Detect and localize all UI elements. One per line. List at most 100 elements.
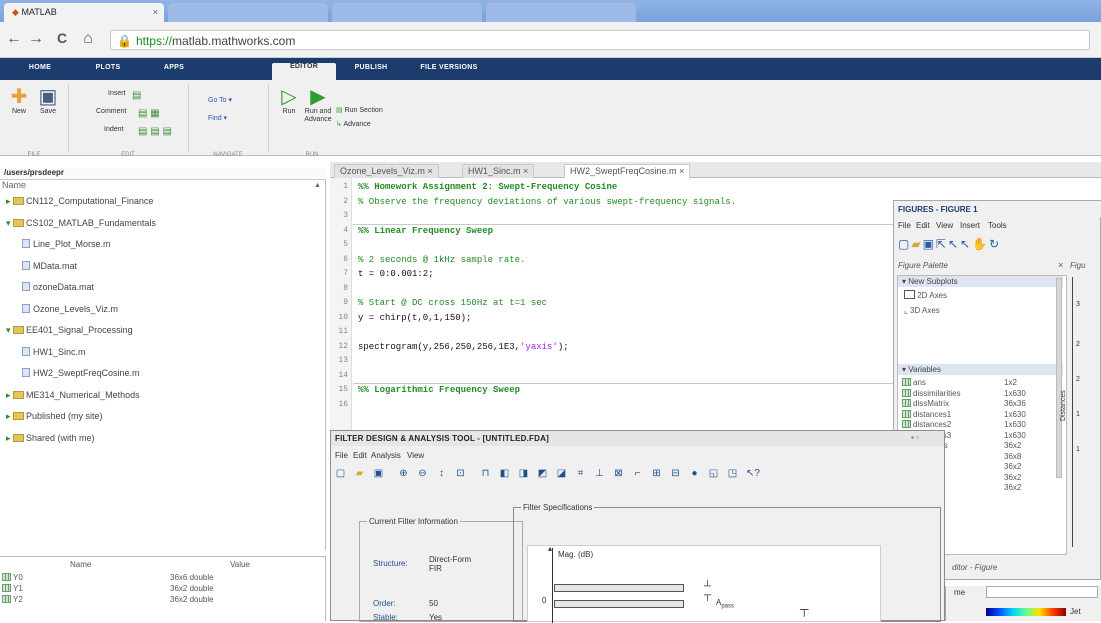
phase-icon[interactable]: ◨ [518,468,529,479]
fda-menu-view[interactable]: View [407,451,424,460]
group-delay-icon[interactable]: ◪ [556,468,567,479]
workspace-var-name[interactable]: Y2 [2,595,23,604]
code-line[interactable]: spectrogram(y,256,250,256,1E3,'yaxis'); [358,342,569,352]
folder-item[interactable]: ▾ EE401_Signal_Processing [6,325,133,336]
help-info-icon[interactable]: ● [689,468,700,479]
folder-item[interactable]: ▾ CS102_MATLAB_Fundamentals [6,218,156,229]
figure-menu-view[interactable]: View [936,221,953,230]
tab-apps[interactable]: APPS [144,64,204,80]
run-section-button[interactable]: ▤ Run Section [336,106,383,114]
fda-menu-analysis[interactable]: Analysis [371,451,401,460]
impulse-icon[interactable]: ⌗ [575,468,586,479]
select-icon[interactable]: ⇱ [936,237,948,251]
info-icon[interactable]: ⊞ [651,468,662,479]
comment-button[interactable]: Comment [96,108,126,115]
window-controls[interactable]: ▪ ▫ [911,433,919,442]
variables-header[interactable]: ▾ Variables [898,364,1063,375]
figure-menu-tools[interactable]: Tools [988,221,1007,230]
close-tab-icon[interactable]: × [523,166,528,176]
workspace-var-name[interactable]: Y1 [2,584,23,593]
figure-menu-insert[interactable]: Insert [960,221,980,230]
new-figure-icon[interactable]: ▢ [898,237,911,251]
new-button[interactable]: ✚ New [8,86,30,115]
folder-item[interactable]: ▸ ME314_Numerical_Methods [6,390,140,401]
tab-home[interactable]: HOME [10,64,70,80]
back-icon[interactable]: ← [4,30,24,48]
colormap-name[interactable]: Jet [1070,607,1081,616]
palette-scrollbar[interactable] [1056,278,1062,478]
rotate-icon[interactable]: ↻ [989,237,1001,251]
zoom-out-icon[interactable]: ⊖ [417,468,428,479]
variable-name[interactable]: distances1 [902,409,951,419]
whats-this-icon[interactable]: ↖? [746,468,760,479]
insert-button[interactable]: Insert [108,90,126,97]
advance-button[interactable]: ↳ Advance [336,120,371,128]
folder-item[interactable]: ▸ Shared (with me) [6,433,95,444]
save-button[interactable]: ▣ Save [36,86,60,115]
file-item[interactable]: MData.mat [22,260,77,271]
design-filter-icon[interactable]: ⊓ [480,468,491,479]
editor-tab-ozone[interactable]: Ozone_Levels_Viz.m × [334,164,439,178]
expand-arrow-closed-icon[interactable]: ▸ [6,433,13,443]
address-bar[interactable]: 🔒 https://matlab.mathworks.com [110,30,1090,50]
zoom-out-icon[interactable]: ↖ [960,237,972,251]
file-item[interactable]: HW1_Sinc.m [22,346,86,357]
editor-tab-hw2[interactable]: HW2_SweptFreqCosine.m × [564,164,691,178]
variable-name[interactable]: ans [902,378,926,387]
file-item[interactable]: HW2_SweptFreqCosine.m [22,368,140,378]
subplot-3d-axes[interactable]: ⌞ 3D Axes [904,306,940,315]
pan-icon[interactable]: ✋ [972,237,989,251]
code-line[interactable]: %% Homework Assignment 2: Swept-Frequenc… [358,182,617,192]
coeff-icon[interactable]: ⌐ [632,468,643,479]
folder-item[interactable]: ▸ Published (my site) [6,411,103,422]
step-icon[interactable]: ⊥ [594,468,605,479]
scroll-up-icon[interactable]: ▲ [314,182,321,189]
expand-arrow-closed-icon[interactable]: ▸ [6,390,13,400]
close-tab-icon[interactable]: × [679,166,684,176]
colormap-swatch[interactable] [986,608,1066,616]
code-line[interactable]: t = 0:0.001:2; [358,269,434,279]
code-line[interactable]: % 2 seconds @ 1kHz sample rate. [358,255,525,265]
home-icon[interactable]: ⌂ [78,30,98,48]
zoom-in-icon[interactable]: ↖ [948,237,960,251]
figure-menu-edit[interactable]: Edit [916,221,930,230]
fda-menu-edit[interactable]: Edit [353,451,367,460]
new-icon[interactable]: ▢ [335,468,346,479]
browser-tab[interactable] [486,3,636,22]
close-palette-icon[interactable]: × [1058,260,1063,270]
forward-icon[interactable]: → [26,30,46,48]
tab-editor[interactable]: EDITOR [272,63,336,80]
code-line[interactable]: %% Linear Frequency Sweep [358,226,493,236]
current-folder-path[interactable]: /users/prsdeepr [0,168,326,180]
figure-menu-file[interactable]: File [898,221,911,230]
save-icon[interactable]: ▣ [373,468,384,479]
variable-name[interactable]: dissMatrix [902,399,949,408]
save-icon[interactable]: ▣ [923,237,936,251]
magnitude-icon[interactable]: ◧ [499,468,510,479]
find-button[interactable]: Find ▾ [208,114,227,122]
variable-name[interactable]: distances2 [902,420,951,429]
mag-phase-icon[interactable]: ◩ [537,468,548,479]
close-tab-icon[interactable]: × [153,7,158,17]
code-line[interactable]: y = chirp(t,0,1,150); [358,313,471,323]
code-line[interactable]: % Start @ DC cross 150Hz at t=1 sec [358,298,547,308]
expand-arrow-closed-icon[interactable]: ▸ [6,196,13,206]
cursor-icon[interactable]: ↕ [436,468,447,479]
tab-plots[interactable]: PLOTS [78,64,138,80]
expand-arrow-open-icon[interactable]: ▾ [6,325,13,335]
new-subplots-header[interactable]: ▾ New Subplots [898,276,1063,287]
goto-button[interactable]: Go To ▾ [208,96,232,104]
code-line[interactable]: % Observe the frequency deviations of va… [358,197,736,207]
realize-icon[interactable]: ◱ [708,468,719,479]
browser-tab-matlab[interactable]: ◆ MATLAB × [4,3,164,22]
name-field[interactable] [986,586,1098,598]
open-icon[interactable]: ▰ [911,237,922,251]
expand-arrow-closed-icon[interactable]: ▸ [6,411,13,421]
code-line[interactable]: %% Logarithmic Frequency Sweep [358,385,520,395]
pole-zero-icon[interactable]: ⊠ [613,468,624,479]
file-item[interactable]: Ozone_Levels_Viz.m [22,303,118,314]
file-item[interactable]: Line_Plot_Morse.m [22,239,111,249]
zoom-in-icon[interactable]: ⊕ [398,468,409,479]
subplot-2d-axes[interactable]: 2D Axes [904,290,947,300]
name-column-header[interactable]: Name [2,180,26,190]
